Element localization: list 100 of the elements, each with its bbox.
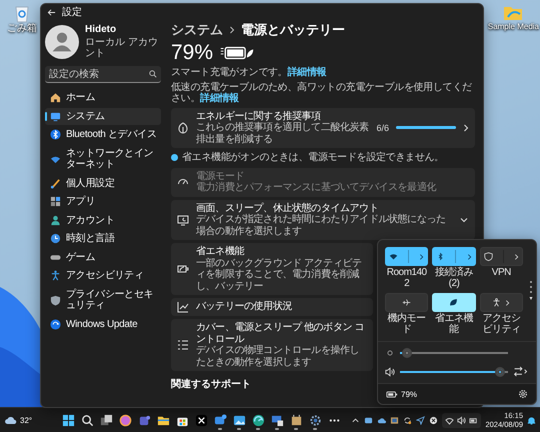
- person-icon: [50, 214, 61, 226]
- sidebar-item[interactable]: Bluetooth とデバイス: [45, 126, 161, 144]
- accessibility-icon: [492, 298, 502, 307]
- search-icon: [149, 70, 157, 78]
- quick-toggle[interactable]: [432, 293, 476, 312]
- sidebar-item[interactable]: ホーム: [45, 89, 161, 106]
- system-tray-button[interactable]: [442, 412, 482, 428]
- battery-icon: [386, 390, 398, 398]
- sidebar-item[interactable]: システム: [45, 108, 161, 125]
- tile-label: 省エネ機能: [434, 314, 474, 335]
- pager-dots-icon[interactable]: [529, 280, 533, 302]
- speaker-icon[interactable]: [385, 366, 395, 376]
- quick-toggle[interactable]: [385, 247, 428, 266]
- shield-icon: [484, 252, 493, 261]
- audio-output-icon[interactable]: [513, 366, 529, 377]
- settings-card[interactable]: バッテリーの使用状況: [171, 298, 373, 316]
- browser-icon: [252, 414, 264, 426]
- tile-label: アクセシビリティ: [481, 314, 522, 335]
- globe-icon: [50, 233, 61, 244]
- account-type: ローカル アカウント: [85, 37, 159, 59]
- sidebar-item[interactable]: アクセシビリティ: [45, 267, 161, 284]
- avatar-silhouette-icon: [45, 24, 79, 58]
- brightness-icon: [385, 348, 395, 358]
- battery-icon: [469, 416, 478, 424]
- page-title: 電源とバッテリー: [241, 22, 345, 38]
- settings-icon[interactable]: [518, 389, 528, 399]
- chevron-icon: [419, 252, 424, 260]
- card-title: カバー、電源とスリープ 他のボタン コントロール: [196, 322, 365, 345]
- chart-icon: [177, 301, 189, 313]
- sidebar-item[interactable]: アカウント: [45, 212, 161, 229]
- settings-card[interactable]: 画面、スリープ、休止状態のタイムアウト デバイスが指定された時間にわたりアイドル状態になった場合の動作を選択します: [171, 200, 475, 240]
- chevron-down-icon: [459, 216, 469, 223]
- bell-icon[interactable]: [527, 416, 536, 424]
- cable-note: 低速の充電ケーブルのため、高ワットの充電ケーブルを使用してください。詳細情報: [171, 82, 473, 104]
- sidebar-item[interactable]: アプリ: [45, 193, 161, 210]
- card-description: デバイスの物理コントロールを操作したときの動作を選択します: [196, 345, 360, 368]
- close-circle-icon[interactable]: [429, 416, 438, 424]
- wifi-icon: [445, 416, 454, 424]
- accessibility-icon: [50, 270, 61, 282]
- quick-toggle[interactable]: [480, 293, 523, 312]
- windows-stack-icon: [100, 414, 112, 426]
- settings-card[interactable]: 省エネ機能 一部のバックグラウンド アクティビティを制限することで、電力消費を削減し、バッテリー: [171, 243, 373, 295]
- tile-label: VPN: [492, 268, 511, 278]
- sidebar-item[interactable]: 時刻と言語: [45, 230, 161, 248]
- sidebar-item[interactable]: Windows Update: [45, 316, 161, 333]
- battery-percentage: 79%: [401, 390, 418, 398]
- chat-icon: [214, 414, 226, 426]
- bluetooth-icon: [50, 129, 61, 140]
- gear-icon: [308, 414, 322, 426]
- chat-bubble-icon[interactable]: [364, 416, 374, 424]
- sidebar-item[interactable]: プライバシーとセキュリティ: [45, 286, 161, 314]
- chevron-icon: [466, 252, 472, 260]
- chevron-icon: [505, 298, 510, 306]
- airplane-icon: [402, 298, 412, 307]
- quick-toggle[interactable]: [385, 293, 428, 312]
- windows-logo-icon: [62, 414, 74, 426]
- leaf-icon: [449, 298, 458, 307]
- shield-icon: [50, 294, 61, 306]
- window-title: 設定: [62, 6, 82, 19]
- wifi-icon: [389, 252, 398, 261]
- chevron-icon: [514, 252, 519, 260]
- section-heading: 関連するサポート: [171, 378, 252, 391]
- computer-icon: [270, 414, 284, 426]
- location-arrow-icon[interactable]: [416, 416, 426, 424]
- card-description: デバイスが指定された時間にわたりアイドル状態になった場合の動作を選択します: [196, 214, 447, 237]
- monitor-icon: [177, 214, 189, 226]
- search-field[interactable]: 設定の検索: [45, 66, 161, 83]
- card-description: 電力消費とパフォーマンスに基づいてデバイスを最適化: [196, 182, 438, 194]
- details-link[interactable]: 詳細情報: [200, 93, 239, 104]
- tile-label: 機内モード: [386, 314, 427, 335]
- slider-thumb[interactable]: [402, 348, 412, 358]
- bluetooth-icon: [436, 252, 446, 261]
- info-dot-icon: [171, 154, 178, 162]
- battery-percentage: 79%: [171, 41, 214, 64]
- sidebar-item[interactable]: ゲーム: [45, 248, 161, 266]
- apps-icon: [50, 196, 61, 208]
- quick-toggle[interactable]: [480, 247, 523, 266]
- speaker-icon: [457, 416, 466, 424]
- card-title: 電源モード: [196, 170, 246, 182]
- user-name: Hideto: [85, 24, 118, 35]
- card-title: エネルギーに関する推奨事項: [196, 110, 322, 122]
- settings-card[interactable]: エネルギーに関する推奨事項 これらの推奨事項を適用して二酸化炭素排出量を削減する 6/6: [171, 108, 475, 148]
- slider-thumb[interactable]: [495, 366, 506, 376]
- card-description: 一部のバックグラウンド アクティビティを制限することで、電力消費を削減し、バッテリー: [196, 258, 363, 292]
- search-icon: [80, 414, 94, 426]
- sidebar-item[interactable]: ネットワークとインターネット: [45, 144, 161, 174]
- quick-toggle[interactable]: [432, 247, 476, 266]
- breadcrumb-link[interactable]: システム: [171, 22, 223, 38]
- sync-icon[interactable]: [403, 416, 412, 424]
- sidebar-item[interactable]: 個人用設定: [45, 174, 161, 192]
- temperature[interactable]: 32°: [20, 416, 32, 424]
- brush-icon: [50, 178, 61, 189]
- picture-icon: [232, 414, 246, 426]
- cloud-icon[interactable]: [377, 416, 386, 424]
- x-logo-icon: [194, 414, 208, 426]
- cloud-icon[interactable]: [4, 416, 18, 424]
- back-arrow-icon[interactable]: [47, 8, 56, 16]
- settings-card[interactable]: カバー、電源とスリープ 他のボタン コントロール デバイスの物理コントロールを操作したときの動作を選択します: [171, 319, 373, 371]
- details-link[interactable]: 詳細情報: [287, 67, 326, 78]
- picture-icon[interactable]: [390, 416, 400, 424]
